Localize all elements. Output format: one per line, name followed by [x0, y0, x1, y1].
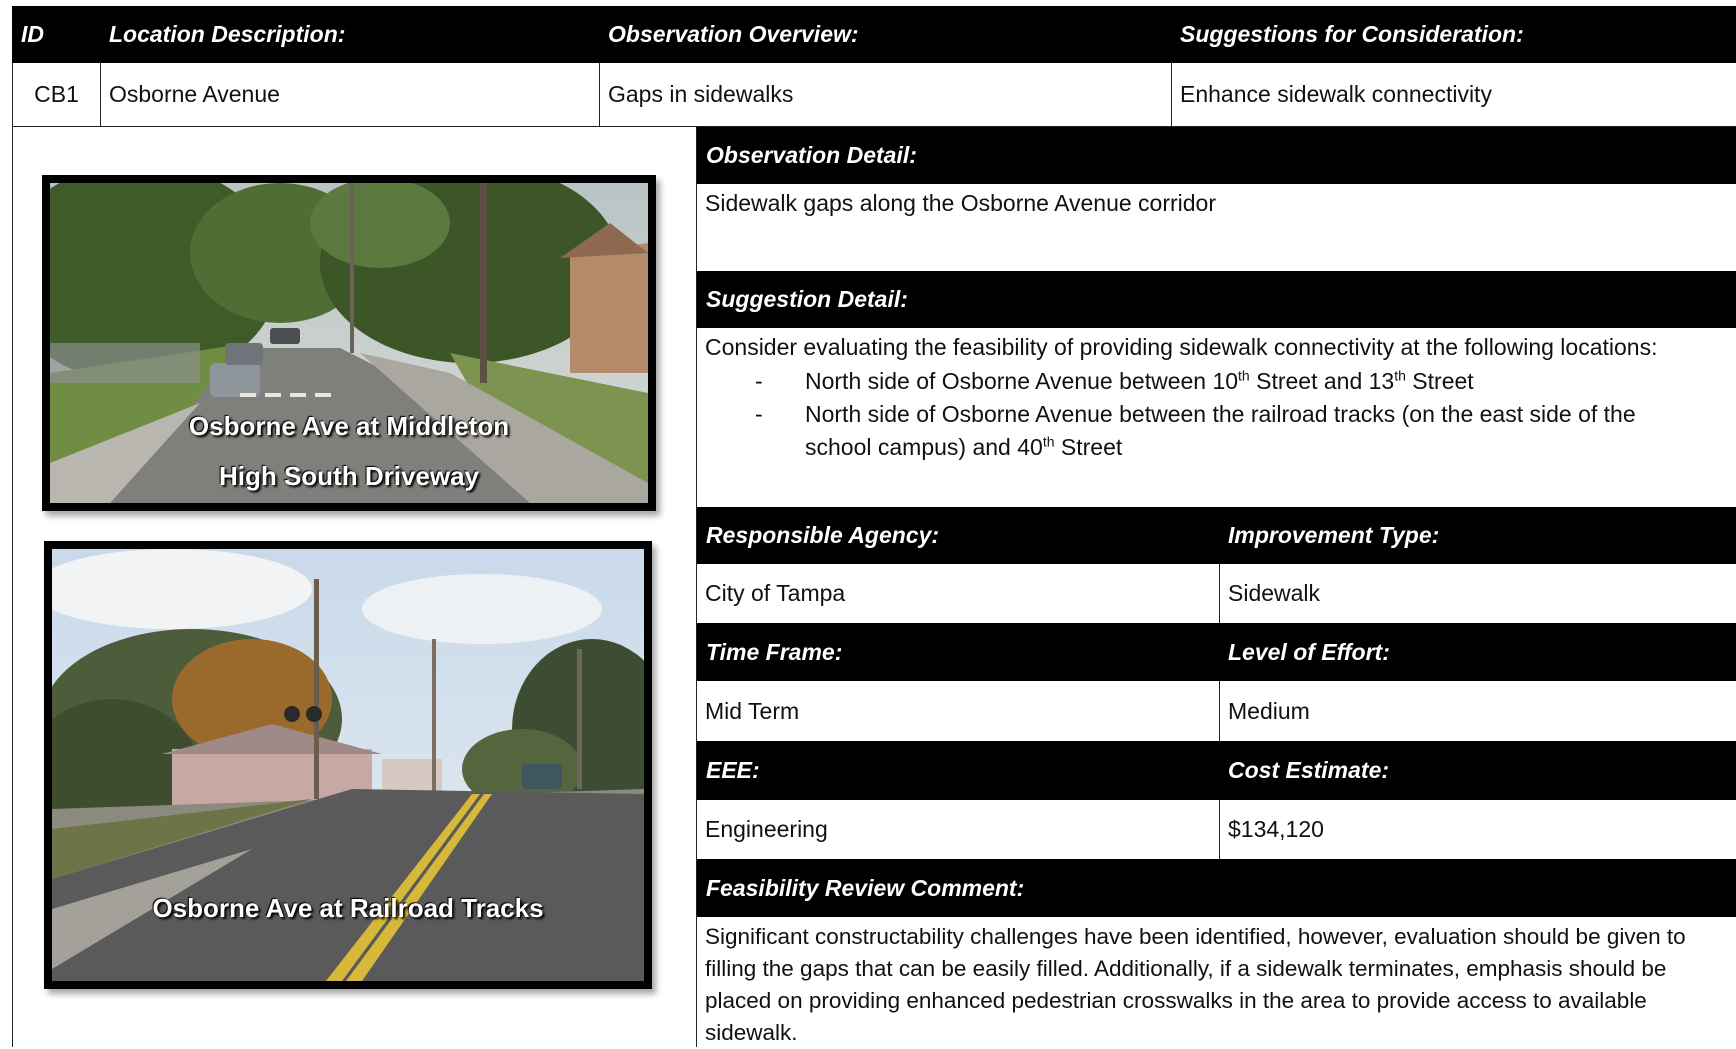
type-label-text: Improvement Type: [1228, 522, 1440, 548]
photo-railroad-caption: Osborne Ave at Railroad Tracks [152, 893, 544, 923]
header-id: ID [12, 6, 100, 63]
row-id-text: CB1 [34, 81, 79, 107]
b1-part3: Street [1405, 368, 1474, 394]
b2-part1: North side of Osborne Avenue between the… [805, 401, 1636, 460]
suggestion-bullet-2: - North side of Osborne Avenue between t… [755, 398, 1728, 464]
agency-value: City of Tampa [697, 564, 1219, 623]
feasibility-text: Significant constructability challenges … [705, 924, 1686, 1045]
agency-label: Responsible Agency: [697, 507, 1219, 564]
timeframe-value: Mid Term [697, 681, 1219, 741]
observation-text: Sidewalk gaps along the Osborne Avenue c… [705, 190, 1217, 216]
type-label: Improvement Type: [1219, 507, 1736, 564]
photo-middleton-image [50, 183, 648, 503]
effort-value-text: Medium [1228, 697, 1310, 724]
header-location: Location Description: [100, 6, 599, 63]
feasibility-label-text: Feasibility Review Comment: [706, 874, 1025, 901]
row-overview-text: Gaps in sidewalks [608, 81, 794, 107]
timeframe-label-text: Time Frame: [706, 638, 843, 665]
header-id-text: ID [21, 21, 44, 47]
row-overview: Gaps in sidewalks [599, 63, 1171, 126]
effort-label-text: Level of Effort: [1228, 638, 1390, 665]
suggestion-label-text: Suggestion Detail: [706, 286, 908, 312]
cost-value: $134,120 [1219, 800, 1736, 859]
suggestion-bullet-1-text: North side of Osborne Avenue between 10t… [805, 365, 1474, 398]
timeframe-value-text: Mid Term [705, 697, 800, 724]
suggestion-intro: Consider evaluating the feasibility of p… [705, 334, 1658, 360]
photo-railroad: Osborne Ave at Railroad Tracks [44, 541, 652, 989]
type-value: Sidewalk [1219, 564, 1736, 623]
photo-middleton-caption-line1: Osborne Ave at Middleton [188, 411, 510, 441]
b2-part2: Street [1054, 434, 1123, 460]
cost-label: Cost Estimate: [1219, 741, 1736, 800]
agency-value-text: City of Tampa [705, 580, 846, 606]
b1-part1: North side of Osborne Avenue between 10 [805, 368, 1239, 394]
cost-value-text: $134,120 [1228, 816, 1324, 842]
row-location: Osborne Avenue [100, 63, 599, 126]
suggestion-body: Consider evaluating the feasibility of p… [697, 328, 1736, 502]
b1-sup2: th [1394, 367, 1406, 384]
row-id: CB1 [12, 63, 100, 126]
bullet-dash-1: - [755, 368, 763, 394]
row-suggestions-text: Enhance sidewalk connectivity [1180, 81, 1492, 107]
b2-sup: th [1042, 433, 1055, 450]
suggestion-bullet-1: - North side of Osborne Avenue between 1… [755, 365, 1728, 398]
suggestion-bullet-2-text: North side of Osborne Avenue between the… [805, 398, 1705, 464]
observation-label-text: Observation Detail: [706, 142, 917, 168]
photo-middleton-caption-line2: High South Driveway [218, 461, 480, 491]
row-location-text: Osborne Avenue [109, 81, 280, 107]
type-value-text: Sidewalk [1228, 580, 1321, 606]
b1-sup1: th [1238, 367, 1250, 384]
effort-value: Medium [1219, 681, 1736, 741]
suggestion-label: Suggestion Detail: [697, 271, 1736, 328]
header-overview-text: Observation Overview: [608, 21, 859, 47]
header-suggestions-text: Suggestions for Consideration: [1180, 21, 1524, 47]
row-suggestions: Enhance sidewalk connectivity [1171, 63, 1736, 126]
photo-middleton: Osborne Ave at Middleton High South Driv… [42, 175, 656, 511]
agency-label-text: Responsible Agency: [706, 522, 940, 548]
cost-label-text: Cost Estimate: [1228, 757, 1390, 783]
timeframe-label: Time Frame: [697, 623, 1219, 681]
feasibility-label: Feasibility Review Comment: [697, 859, 1736, 917]
header-overview: Observation Overview: [599, 6, 1171, 63]
eee-label-text: EEE: [706, 757, 760, 783]
eee-value-text: Engineering [705, 816, 828, 842]
eee-label: EEE: [697, 741, 1219, 800]
header-suggestions: Suggestions for Consideration: [1171, 6, 1736, 63]
b1-part2: Street and 13 [1249, 368, 1395, 394]
effort-label: Level of Effort: [1219, 623, 1736, 681]
eee-value: Engineering [697, 800, 1219, 859]
observation-label: Observation Detail: [697, 127, 1736, 184]
header-location-text: Location Description: [109, 21, 346, 47]
bullet-dash-2: - [755, 401, 763, 427]
